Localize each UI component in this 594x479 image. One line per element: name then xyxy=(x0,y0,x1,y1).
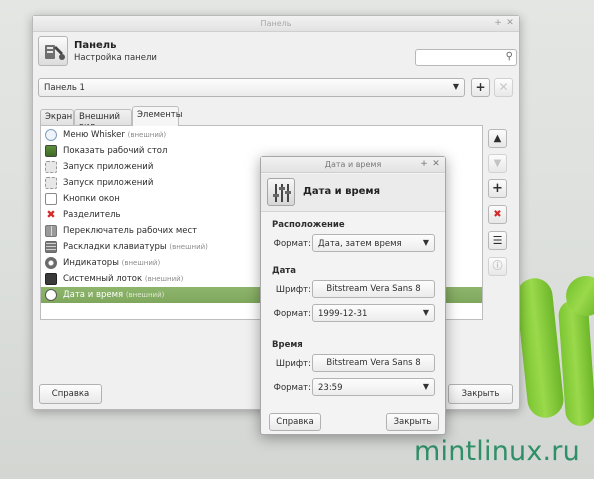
mint-logo-decoration xyxy=(557,299,594,427)
remove-item-button[interactable]: ✖ xyxy=(488,205,507,224)
time-font-button[interactable]: Bitstream Vera Sans 8 xyxy=(312,354,435,372)
time-format-combo[interactable]: 23:59 ▼ xyxy=(312,378,435,396)
item-name: Запуск приложений xyxy=(63,162,154,172)
item-name: Переключатель рабочих мест xyxy=(63,226,198,236)
panel-select-combo[interactable]: Панель 1 ▼ xyxy=(38,78,465,97)
close-button[interactable]: Закрыть xyxy=(448,384,513,404)
item-external-tag: (внешний) xyxy=(169,243,208,251)
search-input[interactable]: ⚲ xyxy=(415,49,517,66)
launcher-icon xyxy=(45,161,57,173)
item-external-tag: (внешний) xyxy=(144,275,184,283)
close-icon[interactable]: ✕ xyxy=(431,159,441,169)
tab-display[interactable]: Экран xyxy=(40,109,74,125)
item-name: Меню Whisker xyxy=(63,130,125,140)
settings-sliders-icon xyxy=(267,178,295,206)
tab-items[interactable]: Элементы xyxy=(132,106,182,126)
item-name: Кнопки окон xyxy=(63,194,120,204)
about-item-button[interactable]: ⓘ xyxy=(488,257,507,276)
item-name: Показать рабочий стол xyxy=(63,146,168,156)
item-name: Индикаторы xyxy=(63,258,119,268)
workspace-switcher-icon xyxy=(45,225,57,237)
item-external-tag: (внешний) xyxy=(127,131,167,139)
chevron-down-icon: ▼ xyxy=(452,82,459,91)
layout-section-title: Расположение xyxy=(272,220,345,230)
time-section-title: Время xyxy=(272,340,303,350)
dialog-help-button[interactable]: Справка xyxy=(269,413,321,431)
tab-appearance[interactable]: Внешний вид xyxy=(74,109,132,132)
item-name: Системный лоток xyxy=(63,274,143,284)
mint-logo-decoration xyxy=(514,276,566,420)
add-item-button[interactable]: + xyxy=(488,179,507,198)
system-tray-icon xyxy=(45,273,57,285)
chevron-down-icon: ▼ xyxy=(422,238,429,247)
item-external-tag: (внешний) xyxy=(121,259,161,267)
keyboard-icon xyxy=(45,241,57,253)
window-buttons-icon xyxy=(45,193,57,205)
move-up-button[interactable]: ▲ xyxy=(488,129,507,148)
search-icon: ⚲ xyxy=(505,51,513,62)
list-item[interactable]: Меню Whisker (внешний) xyxy=(41,127,482,143)
dialog-header: Дата и время xyxy=(261,174,445,212)
datetime-dialog: Дата и время + ✕ Дата и время Расположен… xyxy=(260,156,446,435)
launcher-icon xyxy=(45,177,57,189)
layout-format-label: Формат: xyxy=(273,239,311,249)
layout-format-combo[interactable]: Дата, затем время ▼ xyxy=(312,234,435,252)
help-button[interactable]: Справка xyxy=(39,384,102,404)
date-font-label: Шрифт: xyxy=(275,285,311,295)
whisker-menu-icon xyxy=(45,129,57,141)
time-format-value: 23:59 xyxy=(318,383,343,393)
date-format-value: 1999-12-31 xyxy=(318,309,368,319)
panel-settings-icon xyxy=(38,36,68,66)
header-title: Панель xyxy=(74,40,117,51)
move-down-button[interactable]: ▼ xyxy=(488,154,507,173)
chevron-down-icon: ▼ xyxy=(422,382,429,391)
date-format-label: Формат: xyxy=(273,309,311,319)
dialog-header-title: Дата и время xyxy=(303,186,381,197)
indicator-icon xyxy=(45,257,57,269)
desktop-icon xyxy=(45,145,57,157)
layout-format-value: Дата, затем время xyxy=(318,239,402,249)
time-font-label: Шрифт: xyxy=(275,359,311,369)
panel-select-value: Панель 1 xyxy=(44,83,85,93)
window-title: Панель xyxy=(260,19,292,28)
item-external-tag: (внешний) xyxy=(125,291,165,299)
item-name: Дата и время xyxy=(63,290,124,300)
dialog-close-button[interactable]: Закрыть xyxy=(386,413,439,431)
item-name: Запуск приложений xyxy=(63,178,154,188)
remove-panel-button[interactable]: ✕ xyxy=(494,78,513,97)
date-section-title: Дата xyxy=(272,266,296,276)
separator-x-icon: ✖ xyxy=(46,208,56,221)
date-font-button[interactable]: Bitstream Vera Sans 8 xyxy=(312,280,435,298)
date-format-combo[interactable]: 1999-12-31 ▼ xyxy=(312,304,435,322)
edit-item-button[interactable]: ☰ xyxy=(488,231,507,250)
dialog-titlebar[interactable]: Дата и время + ✕ xyxy=(261,157,445,173)
clock-icon xyxy=(45,289,57,301)
maximize-icon[interactable]: + xyxy=(419,159,429,169)
close-icon[interactable]: ✕ xyxy=(505,18,515,28)
chevron-down-icon: ▼ xyxy=(422,308,429,317)
window-header: Панель Настройка панели ⚲ xyxy=(38,36,518,70)
item-name: Разделитель xyxy=(63,210,121,220)
time-format-label: Формат: xyxy=(273,383,311,393)
item-name: Раскладки клавиатуры xyxy=(63,242,167,252)
add-panel-button[interactable]: + xyxy=(471,78,490,97)
window-titlebar[interactable]: Панель + ✕ xyxy=(33,16,519,32)
dialog-title: Дата и время xyxy=(324,160,382,169)
header-subtitle: Настройка панели xyxy=(74,53,157,63)
maximize-icon[interactable]: + xyxy=(493,18,503,28)
brand-watermark: mintlinux.ru xyxy=(414,436,580,467)
